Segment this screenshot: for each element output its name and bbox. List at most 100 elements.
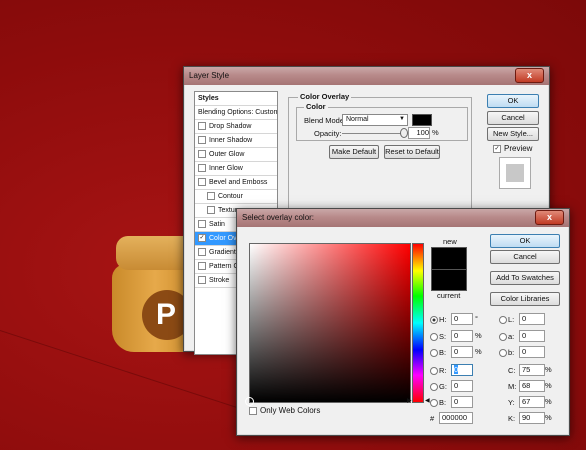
- s-unit: %: [475, 331, 482, 340]
- only-web-colors-label: Only Web Colors: [260, 406, 321, 415]
- current-color-label: current: [437, 291, 461, 300]
- opacity-slider-track[interactable]: [342, 133, 406, 134]
- opacity-label: Opacity:: [314, 129, 342, 138]
- hex-input[interactable]: 000000: [439, 412, 473, 424]
- layer-style-titlebar[interactable]: Layer Style x: [184, 67, 549, 85]
- c-label: C:: [508, 366, 516, 375]
- color-group-heading: Color: [304, 102, 328, 111]
- a-input[interactable]: 0: [519, 330, 545, 342]
- a-radio[interactable]: [499, 333, 507, 341]
- overlay-color-swatch[interactable]: [412, 114, 432, 126]
- new-style-button[interactable]: New Style...: [487, 127, 539, 141]
- style-item[interactable]: Blending Options: Custom: [195, 106, 277, 120]
- style-item-label: Blending Options: Custom: [198, 109, 277, 116]
- styles-header[interactable]: Styles: [195, 92, 277, 106]
- style-item-label: Outer Glow: [209, 151, 245, 158]
- lab-b-input[interactable]: 0: [519, 346, 545, 358]
- style-item-label: Drop Shadow: [209, 123, 252, 130]
- checkbox-icon[interactable]: [198, 136, 206, 145]
- style-item-label: Inner Shadow: [209, 137, 253, 144]
- l-radio[interactable]: [499, 316, 507, 324]
- style-item-label: Satin: [209, 221, 225, 228]
- h-input[interactable]: 0: [451, 313, 473, 325]
- style-item-label: Inner Glow: [209, 165, 243, 172]
- layer-style-close-button[interactable]: x: [515, 68, 544, 83]
- style-item[interactable]: Drop Shadow: [195, 120, 277, 134]
- s-input[interactable]: 0: [451, 330, 473, 342]
- checkbox-checked-icon[interactable]: ✓: [198, 234, 206, 243]
- jar-letter: P: [156, 298, 177, 331]
- checkbox-icon[interactable]: [198, 122, 206, 131]
- color-picker-title: Select overlay color:: [242, 213, 315, 222]
- lab-b-radio[interactable]: [499, 349, 507, 357]
- color-field[interactable]: [249, 243, 411, 403]
- checkbox-icon[interactable]: [207, 206, 215, 215]
- k-input[interactable]: 90: [519, 412, 545, 424]
- blue-input[interactable]: 0: [451, 396, 473, 408]
- l-input[interactable]: 0: [519, 313, 545, 325]
- s-radio[interactable]: [430, 333, 438, 341]
- color-picker-titlebar[interactable]: Select overlay color: x: [237, 209, 569, 227]
- style-item[interactable]: Outer Glow: [195, 148, 277, 162]
- reset-default-button[interactable]: Reset to Default: [384, 145, 440, 159]
- opacity-input[interactable]: 100: [408, 127, 430, 139]
- ok-button[interactable]: OK: [487, 94, 539, 108]
- only-web-colors-box: [249, 406, 257, 415]
- k-label: K:: [508, 414, 516, 423]
- checkbox-icon[interactable]: [198, 262, 206, 271]
- color-field-marker: [245, 397, 254, 406]
- chevron-down-icon: ▼: [399, 116, 405, 122]
- new-color-swatch: [431, 247, 467, 271]
- preview-checkbox[interactable]: ✓ Preview: [493, 144, 532, 153]
- style-item-label: Bevel and Emboss: [209, 179, 268, 186]
- blend-mode-select[interactable]: Normal ▼: [342, 114, 408, 126]
- checkbox-icon[interactable]: [198, 220, 206, 229]
- picker-cancel-button[interactable]: Cancel: [490, 250, 560, 264]
- opacity-slider-handle[interactable]: [400, 128, 408, 138]
- b-input[interactable]: 0: [451, 346, 473, 358]
- opacity-unit: %: [432, 128, 439, 137]
- blue-label: B:: [439, 398, 447, 407]
- b-unit: %: [475, 347, 482, 356]
- checkbox-icon[interactable]: [207, 192, 215, 201]
- color-picker-close-button[interactable]: x: [535, 210, 564, 225]
- style-item[interactable]: Bevel and Emboss: [195, 176, 277, 190]
- b-radio[interactable]: [430, 349, 438, 357]
- style-item-label: Stroke: [209, 277, 230, 284]
- style-item[interactable]: Inner Shadow: [195, 134, 277, 148]
- color-libraries-button[interactable]: Color Libraries: [490, 292, 560, 306]
- cancel-button[interactable]: Cancel: [487, 111, 539, 125]
- g-radio[interactable]: [430, 383, 438, 391]
- style-item[interactable]: Inner Glow: [195, 162, 277, 176]
- lab-b-label: b:: [508, 348, 515, 357]
- current-color-swatch[interactable]: [431, 269, 467, 291]
- m-input[interactable]: 68: [519, 380, 545, 392]
- style-item[interactable]: Contour: [195, 190, 277, 204]
- picker-ok-button[interactable]: OK: [490, 234, 560, 248]
- make-default-button[interactable]: Make Default: [329, 145, 379, 159]
- checkbox-icon[interactable]: [198, 150, 206, 159]
- hue-slider-arrow-right[interactable]: ◀: [425, 397, 430, 404]
- y-input[interactable]: 67: [519, 396, 545, 408]
- hex-label: #: [430, 414, 435, 423]
- g-label: G:: [439, 382, 447, 391]
- g-input[interactable]: 0: [451, 380, 473, 392]
- checkbox-icon[interactable]: [198, 178, 206, 187]
- checkbox-icon[interactable]: [198, 248, 206, 257]
- r-radio[interactable]: [430, 367, 438, 375]
- only-web-colors-checkbox[interactable]: Only Web Colors: [249, 406, 320, 415]
- c-input[interactable]: 75: [519, 364, 545, 376]
- hue-slider-arrow-left[interactable]: ▶: [407, 397, 412, 404]
- checkbox-icon[interactable]: [198, 276, 206, 285]
- preview-swatch: [506, 164, 524, 182]
- preview-thumbnail: [499, 157, 531, 189]
- y-unit: %: [545, 397, 552, 406]
- r-label: R:: [439, 366, 447, 375]
- hue-slider[interactable]: [412, 243, 424, 403]
- add-to-swatches-button[interactable]: Add To Swatches: [490, 271, 560, 285]
- a-label: a:: [508, 332, 515, 341]
- h-radio[interactable]: [430, 316, 438, 324]
- blue-radio[interactable]: [430, 399, 438, 407]
- r-input[interactable]: 0: [451, 364, 473, 376]
- checkbox-icon[interactable]: [198, 164, 206, 173]
